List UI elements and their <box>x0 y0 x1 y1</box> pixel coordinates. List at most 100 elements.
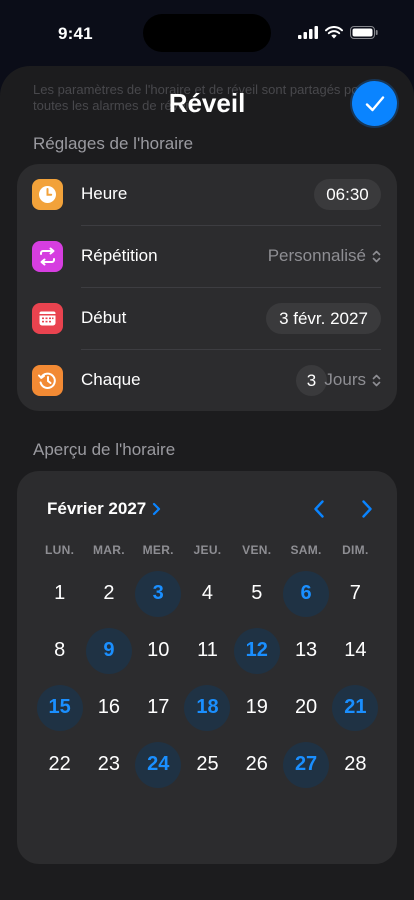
day-number: 17 <box>147 696 170 718</box>
schedule-settings-header: Réglages de l'horaire <box>33 134 194 153</box>
calendar-day[interactable]: 14 <box>331 622 380 679</box>
interval-count-pill[interactable]: 3 <box>296 365 327 396</box>
row-every-label: Chaque <box>81 370 141 389</box>
chevron-left-icon <box>314 500 324 518</box>
day-number: 27 <box>283 741 330 788</box>
day-number: 13 <box>294 639 318 661</box>
calendar-day[interactable]: 11 <box>183 622 232 679</box>
calendar-day[interactable]: 26 <box>232 736 281 793</box>
calendar-grid: 1 2 3 4 5 6 7 8 9 10 11 12 13 14 15 16 17 18 19 20 21 22 23 24 2… <box>35 565 380 793</box>
day-number: 4 <box>201 582 214 604</box>
battery-icon <box>350 26 378 39</box>
weekday-label: LUN. <box>45 543 75 557</box>
calendar-card: Février 2027 LUN. MAR. MER. JEU. VEN. SAM. DIM… <box>17 471 397 864</box>
cellular-signal-icon <box>298 26 318 39</box>
status-time: 9:41 <box>58 24 93 43</box>
next-month-button[interactable] <box>355 497 379 521</box>
calendar-day-scheduled[interactable]: 21 <box>331 679 380 736</box>
calendar-day[interactable]: 7 <box>331 565 380 622</box>
row-repeat-label: Répétition <box>81 246 158 265</box>
row-repeat[interactable]: Répétition Personnalisé <box>17 226 397 288</box>
calendar-day-scheduled[interactable]: 12 <box>232 622 281 679</box>
preview-header: Aperçu de l'horaire <box>33 440 176 459</box>
weekday-label: JEU. <box>193 543 222 557</box>
weekday-header: LUN. MAR. MER. JEU. VEN. SAM. DIM. <box>35 543 380 557</box>
day-number: 8 <box>54 639 66 661</box>
clock-icon <box>32 179 63 210</box>
calendar-day-scheduled[interactable]: 3 <box>134 565 183 622</box>
checkmark-icon <box>365 95 384 111</box>
calendar-day[interactable]: 22 <box>35 736 84 793</box>
calendar-day[interactable]: 10 <box>134 622 183 679</box>
wifi-icon <box>325 26 343 39</box>
row-start[interactable]: Début 3 févr. 2027 <box>17 288 397 350</box>
calendar-day[interactable]: 2 <box>84 565 133 622</box>
day-number: 9 <box>85 627 132 674</box>
row-time[interactable]: Heure 06:30 <box>17 164 397 226</box>
day-number: 25 <box>196 753 219 775</box>
day-number: 10 <box>147 639 170 661</box>
day-number: 23 <box>97 753 121 775</box>
confirm-button[interactable] <box>352 81 397 126</box>
repeat-value-selector[interactable]: Personnalisé <box>268 246 381 266</box>
day-number: 3 <box>135 570 182 617</box>
day-number: 1 <box>54 582 66 604</box>
weekday-label: MER. <box>142 543 174 557</box>
calendar-day[interactable]: 28 <box>331 736 380 793</box>
day-number: 14 <box>344 639 367 661</box>
calendar-day[interactable]: 20 <box>281 679 330 736</box>
row-start-label: Début <box>81 308 127 327</box>
weekday-label: DIM. <box>342 543 369 557</box>
chevron-right-icon <box>362 500 372 518</box>
day-number: 18 <box>184 684 231 731</box>
day-number: 21 <box>332 684 379 731</box>
calendar-day[interactable]: 13 <box>281 622 330 679</box>
weekday-label: MAR. <box>92 543 125 557</box>
calendar-day-scheduled[interactable]: 27 <box>281 736 330 793</box>
calendar-day[interactable]: 5 <box>232 565 281 622</box>
interval-unit: Jours <box>324 370 366 389</box>
calendar-day[interactable]: 8 <box>35 622 84 679</box>
day-number: 22 <box>48 753 71 775</box>
day-number: 24 <box>135 741 182 788</box>
day-number: 20 <box>294 696 318 718</box>
previous-month-button[interactable] <box>307 497 331 521</box>
interval-unit-selector[interactable]: Jours <box>324 370 381 390</box>
day-number: 12 <box>233 627 280 674</box>
dynamic-island <box>143 14 271 52</box>
calendar-day[interactable]: 25 <box>183 736 232 793</box>
calendar-day[interactable]: 1 <box>35 565 84 622</box>
day-number: 15 <box>36 684 83 731</box>
calendar-day[interactable]: 16 <box>84 679 133 736</box>
row-time-label: Heure <box>81 184 128 203</box>
history-icon <box>32 365 63 396</box>
weekday-label: SAM. <box>290 543 322 557</box>
day-number: 16 <box>97 696 121 718</box>
day-number: 7 <box>349 582 361 604</box>
calendar-day[interactable]: 23 <box>84 736 133 793</box>
chevron-updown-icon <box>372 250 381 262</box>
repeat-value: Personnalisé <box>267 246 366 265</box>
month-label: Février 2027 <box>47 499 147 518</box>
alarm-sheet: Les paramètres de l'horaire et de réveil… <box>0 66 414 900</box>
day-number: 11 <box>197 639 218 661</box>
calendar-day-scheduled[interactable]: 6 <box>281 565 330 622</box>
calendar-day-scheduled[interactable]: 9 <box>84 622 133 679</box>
calendar-day-scheduled[interactable]: 24 <box>134 736 183 793</box>
status-icons <box>298 26 378 39</box>
month-selector[interactable]: Février 2027 <box>47 499 161 519</box>
calendar-day[interactable]: 19 <box>232 679 281 736</box>
time-value-pill[interactable]: 06:30 <box>314 179 381 210</box>
start-date-pill[interactable]: 3 févr. 2027 <box>266 303 381 334</box>
calendar-day-scheduled[interactable]: 15 <box>35 679 84 736</box>
schedule-settings-card: Heure 06:30 Répétition Personnalisé Débu… <box>17 164 397 411</box>
row-every[interactable]: Chaque 3 Jours <box>17 350 397 412</box>
day-number: 28 <box>344 753 367 775</box>
chevron-right-icon <box>153 502 161 516</box>
calendar-day[interactable]: 4 <box>183 565 232 622</box>
day-number: 26 <box>245 753 268 775</box>
repeat-icon <box>32 241 63 272</box>
calendar-day-scheduled[interactable]: 18 <box>183 679 232 736</box>
calendar-day[interactable]: 17 <box>134 679 183 736</box>
weekday-label: VEN. <box>242 543 272 557</box>
